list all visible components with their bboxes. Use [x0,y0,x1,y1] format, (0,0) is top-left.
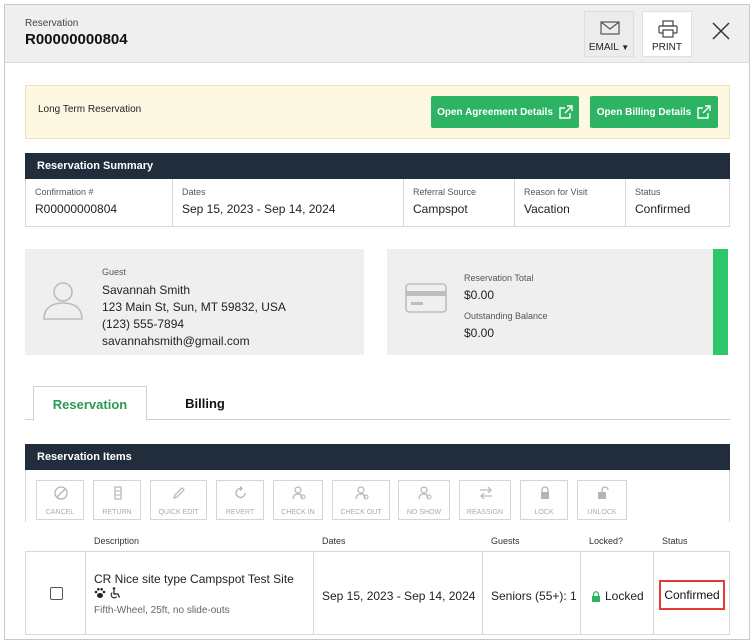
row-site-name: CR Nice site type Campspot Test Site [94,572,294,586]
external-link-icon [559,105,573,119]
balance-accent-strip [713,249,728,355]
check-out-icon [355,486,369,500]
revert-button[interactable]: REVERT [216,480,264,520]
notice-text: Long Term Reservation [38,104,142,115]
row-status-badge: Confirmed [659,580,725,610]
col-dates: Dates [322,536,346,546]
items-title: Reservation Items [25,444,730,470]
header-label: Reservation [25,18,79,29]
unlock-icon [598,486,609,499]
guest-email: savannahsmith@gmail.com [102,334,250,348]
row-site-details: Fifth-Wheel, 25ft, no slide-outs [94,605,230,616]
col-description: Description [94,536,140,546]
reassign-button[interactable]: REASSIGN [459,480,511,520]
user-icon [43,282,83,320]
guest-address: 123 Main St, Sun, MT 59832, USA [102,300,286,314]
table-row: CR Nice site type Campspot Test Site Fif… [25,551,730,635]
reassign-icon [480,486,492,500]
tab-reservation[interactable]: Reservation [33,386,147,421]
row-description: CR Nice site type Campspot Test Site Fif… [86,552,314,634]
reservation-modal: Reservation R00000000804 EMAIL ▼ PRINT L… [4,4,750,640]
outstanding-balance-label: Outstanding Balance [464,311,548,321]
guest-card: Guest Savannah Smith 123 Main St, Sun, M… [25,249,364,355]
row-locked: Locked [605,589,644,603]
row-guests: Seniors (55+): 1 [491,589,577,603]
summary-grid: Confirmation # R00000000804 Dates Sep 15… [25,179,730,227]
quick-edit-button[interactable]: QUICK EDIT [150,480,207,520]
credit-card-icon [405,283,447,313]
email-button[interactable]: EMAIL ▼ [584,11,634,57]
guest-label: Guest [102,267,127,277]
pet-icon [94,588,106,598]
outstanding-balance-value: $0.00 [464,326,495,340]
external-link-icon [697,105,711,119]
check-in-button[interactable]: CHECK IN [273,480,323,520]
no-show-icon [418,486,432,500]
revert-icon [235,486,246,499]
row-guests-cell: Seniors (55+): 1 [483,552,581,634]
summary-referral-source: Referral Source Campspot [404,179,515,226]
col-status: Status [662,536,688,546]
close-icon [712,22,730,40]
reservation-id: R00000000804 [25,31,128,48]
envelope-icon [600,21,620,35]
close-button[interactable] [709,19,733,43]
totals-card: Reservation Total $0.00 Outstanding Bala… [387,249,728,355]
email-label: EMAIL [588,42,619,53]
col-locked: Locked? [589,536,624,546]
lock-button[interactable]: LOCK [520,480,568,520]
unlock-button[interactable]: UNLOCK [577,480,627,520]
guest-name: Savannah Smith [102,283,191,297]
reservation-total-value: $0.00 [464,288,495,302]
printer-icon [658,20,678,38]
check-in-icon [292,486,306,500]
agreement-button-label: Open Agreement Details [437,106,553,118]
open-agreement-details-button[interactable]: Open Agreement Details [431,96,579,128]
summary-confirmation: Confirmation # R00000000804 [26,179,173,226]
tab-billing[interactable]: Billing [147,386,263,420]
modal-header: Reservation R00000000804 EMAIL ▼ PRINT [5,5,749,63]
summary-reason-for-visit: Reason for Visit Vacation [515,179,626,226]
caret-down-icon: ▼ [621,43,630,52]
cancel-button[interactable]: CANCEL [36,480,84,520]
print-label: PRINT [652,42,682,53]
summary-status: Status Confirmed [635,187,691,216]
long-term-notice: Long Term Reservation Open Agreement Det… [25,85,730,139]
pencil-icon [173,487,185,499]
accessible-icon [110,587,121,599]
row-locked-cell: Locked [581,552,654,634]
billing-button-label: Open Billing Details [596,106,692,118]
summary-dates: Dates Sep 15, 2023 - Sep 14, 2024 [173,179,404,226]
no-show-button[interactable]: NO SHOW [398,480,450,520]
open-billing-details-button[interactable]: Open Billing Details [590,96,718,128]
row-dates-cell: Sep 15, 2023 - Sep 14, 2024 [314,552,483,634]
print-button[interactable]: PRINT [642,11,692,57]
lock-icon [541,486,549,499]
cancel-icon [54,486,68,500]
items-toolbar: CANCEL RETURN QUICK EDIT REVERT CHECK IN… [25,470,730,522]
reservation-total-label: Reservation Total [464,273,534,283]
col-guests: Guests [491,536,520,546]
guest-phone: (123) 555-7894 [102,317,185,331]
return-icon [114,486,122,500]
return-button[interactable]: RETURN [93,480,141,520]
row-select-checkbox[interactable] [50,587,63,600]
tab-bar: Reservation Billing [25,386,730,421]
lock-icon [592,590,600,602]
row-dates: Sep 15, 2023 - Sep 14, 2024 [322,589,476,603]
check-out-button[interactable]: CHECK OUT [332,480,390,520]
summary-title: Reservation Summary [25,153,730,179]
